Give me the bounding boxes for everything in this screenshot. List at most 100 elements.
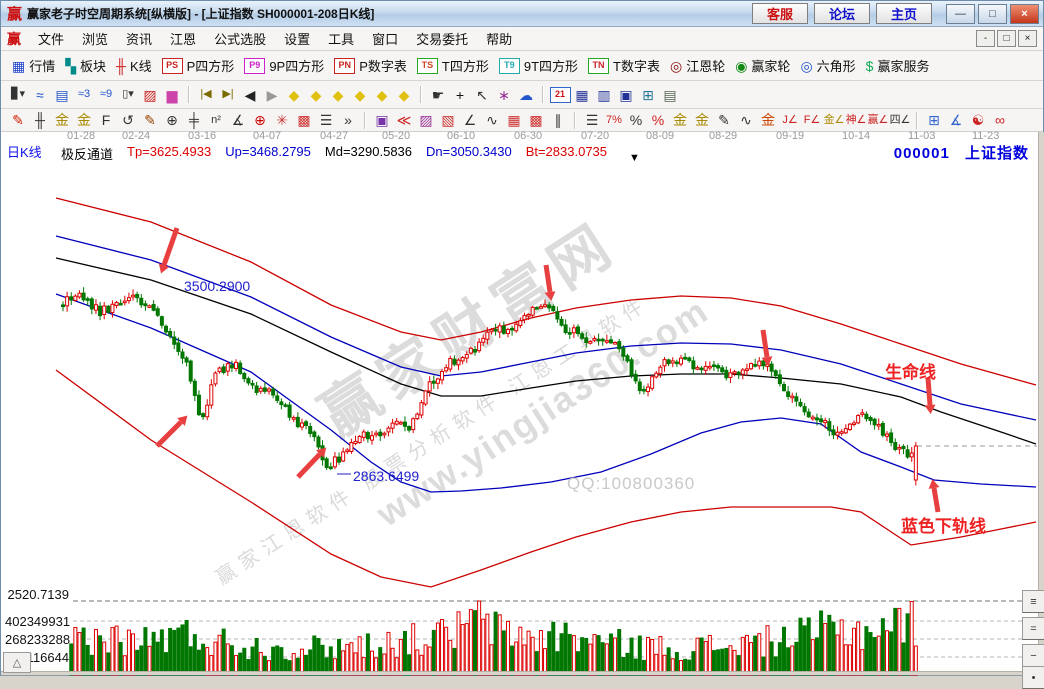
hand-tool[interactable]: ☛	[427, 85, 449, 105]
pane-layout-1[interactable]: −	[1022, 644, 1044, 667]
homepage-button[interactable]: 主页	[876, 3, 932, 24]
measure-pencil[interactable]: ✎	[139, 110, 161, 130]
diamond-shift-left[interactable]: ◆	[283, 85, 305, 105]
parallel-channel[interactable]: ∥	[547, 110, 569, 130]
gann-box[interactable]: ▣	[371, 110, 393, 130]
menu-item-4[interactable]: 公式选股	[205, 27, 275, 50]
t-number-table[interactable]: TNT数字表	[583, 54, 665, 77]
kline-style-dropdown[interactable]: ▊▾	[7, 85, 29, 105]
speed-lines[interactable]: ∠	[459, 110, 481, 130]
minimize-button[interactable]: —	[946, 4, 975, 24]
chart-area[interactable]: 01-2802-2403-1604-0704-2705-2006-1006-30…	[1, 131, 1043, 675]
fib-levels[interactable]: F	[95, 110, 117, 130]
diamond-expand-v[interactable]: ◆	[393, 85, 415, 105]
gold-section[interactable]: 金	[51, 110, 73, 130]
save[interactable]: ▣	[615, 85, 637, 105]
close-button[interactable]: ×	[1010, 4, 1039, 24]
t-square[interactable]: TST四方形	[412, 54, 494, 77]
menu-item-8[interactable]: 交易委托	[407, 27, 477, 50]
menu-item-6[interactable]: 工具	[319, 27, 363, 50]
chart-canvas[interactable]	[1, 132, 1044, 678]
winner-service[interactable]: $赢家服务	[861, 54, 935, 77]
child-close-button[interactable]: ×	[1018, 30, 1037, 47]
go-last[interactable]: ▶|	[217, 85, 239, 105]
calculator[interactable]: ▦	[571, 85, 593, 105]
resistance-levels[interactable]: ☰	[315, 110, 337, 130]
red-pattern[interactable]: ▨	[139, 85, 161, 105]
forum-button[interactable]: 论坛	[814, 3, 870, 24]
percent-retrace[interactable]: 7%	[603, 110, 625, 130]
web-grid[interactable]: ▩	[293, 110, 315, 130]
price-scale-tool[interactable]: ☰	[581, 110, 603, 130]
menu-item-3[interactable]: 江恩	[161, 27, 205, 50]
angle-j[interactable]: J∠	[779, 110, 801, 130]
grid-red-2[interactable]: ▩	[525, 110, 547, 130]
nine-p-square[interactable]: P99P四方形	[239, 54, 329, 77]
crosshair-target[interactable]: ⊕	[249, 110, 271, 130]
p-square[interactable]: PSP四方形	[157, 54, 240, 77]
k-line[interactable]: ╫K线	[111, 54, 157, 77]
service-button[interactable]: 客服	[752, 3, 808, 24]
grid-red[interactable]: ▦	[503, 110, 525, 130]
angle-f[interactable]: F∠	[801, 110, 823, 130]
spiral-tool[interactable]: ↺	[117, 110, 139, 130]
zigzag-wave[interactable]: ∿	[481, 110, 503, 130]
percent-tool[interactable]: %	[625, 110, 647, 130]
price-ruler[interactable]: ╪	[183, 110, 205, 130]
info-panel[interactable]: ▤	[51, 85, 73, 105]
gold-section-2[interactable]: 金	[73, 110, 95, 130]
pane-layout-2[interactable]: =	[1022, 617, 1044, 640]
menu-item-2[interactable]: 资讯	[117, 27, 161, 50]
maximize-button[interactable]: □	[978, 4, 1007, 24]
child-minimize-button[interactable]: -	[976, 30, 995, 47]
infinity-tool[interactable]: ∞	[989, 110, 1011, 130]
angle-gold[interactable]: 金∠	[823, 110, 845, 130]
toolbar-overflow-chevron[interactable]: »	[337, 110, 359, 130]
fan-box-2[interactable]: ▧	[437, 110, 459, 130]
menu-item-9[interactable]: 帮助	[477, 27, 521, 50]
sectors[interactable]: ▚板块	[60, 54, 111, 77]
p-number-table[interactable]: PNP数字表	[329, 54, 412, 77]
prev-bar[interactable]: ◀	[239, 85, 261, 105]
yin-yang[interactable]: ☯	[967, 110, 989, 130]
gold-line[interactable]: 金	[691, 110, 713, 130]
menu-item-7[interactable]: 窗口	[363, 27, 407, 50]
expand-pane-button[interactable]: △	[3, 652, 31, 673]
go-first[interactable]: |◀	[195, 85, 217, 105]
fan-box[interactable]: ▨	[415, 110, 437, 130]
child-restore-button[interactable]: □	[997, 30, 1016, 47]
browser[interactable]: ⊞	[637, 85, 659, 105]
fan-lines-red[interactable]: ≪	[393, 110, 415, 130]
angle-si[interactable]: 四∠	[889, 110, 911, 130]
menu-item-0[interactable]: 文件	[29, 27, 73, 50]
pointer-marker-tool[interactable]: ↖	[471, 85, 493, 105]
pane-splitter[interactable]: •	[1022, 666, 1044, 689]
color-histogram[interactable]: ▆	[161, 85, 183, 105]
angle-ying[interactable]: 赢∠	[867, 110, 889, 130]
gold-red[interactable]: 金	[757, 110, 779, 130]
gann-wheel[interactable]: ◎江恩轮	[665, 54, 730, 77]
candle-period-dropdown[interactable]: ▯▾	[117, 85, 139, 105]
star-rays[interactable]: ✳	[271, 110, 293, 130]
crosshair-tool[interactable]: +	[449, 85, 471, 105]
printer[interactable]: ▤	[659, 85, 681, 105]
diamond-compress[interactable]: ◆	[349, 85, 371, 105]
menu-item-5[interactable]: 设置	[275, 27, 319, 50]
pencil-red[interactable]: ✎	[7, 110, 29, 130]
calendar[interactable]: 21	[549, 85, 571, 105]
pattern-overlay[interactable]: ≈	[29, 85, 51, 105]
diamond-expand-h[interactable]: ◆	[327, 85, 349, 105]
n-square[interactable]: n²	[205, 110, 227, 130]
diamond-shift-right[interactable]: ◆	[305, 85, 327, 105]
menu-item-1[interactable]: 浏览	[73, 27, 117, 50]
hexagon[interactable]: ◎六角形	[795, 54, 860, 77]
angle-shen[interactable]: 神∠	[845, 110, 867, 130]
pane-layout-3[interactable]: ≡	[1022, 590, 1044, 613]
cloud-pattern-tool[interactable]: ☁	[515, 85, 537, 105]
diamond-expand-all[interactable]: ◆	[371, 85, 393, 105]
wave-9[interactable]: ≈9	[95, 85, 117, 105]
angle-measure[interactable]: ∡	[227, 110, 249, 130]
gann-ruler[interactable]: ╫	[29, 110, 51, 130]
report[interactable]: ▥	[593, 85, 615, 105]
next-bar[interactable]: ▶	[261, 85, 283, 105]
